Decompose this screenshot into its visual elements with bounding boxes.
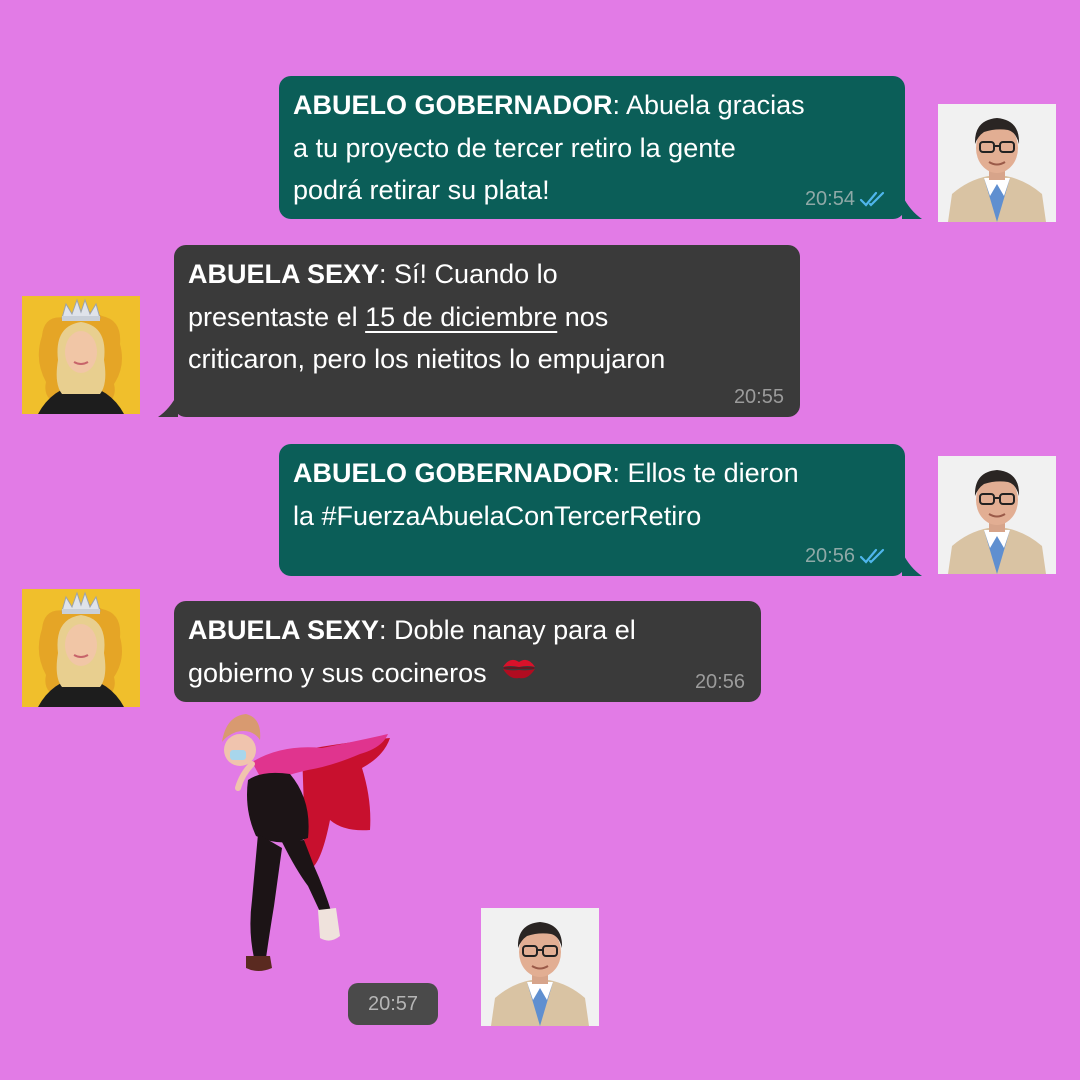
- sender-name: ABUELA SEXY: [188, 615, 380, 645]
- message-line: Abuela gracias: [626, 90, 805, 120]
- message-line: Ellos te dieron: [627, 458, 799, 488]
- message-text: ABUELO GOBERNADOR: Abuela gracias a tu p…: [293, 90, 805, 205]
- message-line: Sí! Cuando lo: [394, 259, 558, 289]
- message-text: ABUELO GOBERNADOR: Ellos te dieron la #F…: [293, 458, 799, 531]
- message-meta: 20:55: [734, 385, 784, 409]
- message-time: 20:56: [694, 671, 745, 693]
- message-line: criticaron, pero los nietitos lo empujar…: [188, 344, 666, 374]
- sticker-time: 20:57: [348, 983, 438, 1025]
- double-check-read-icon: [859, 547, 889, 565]
- avatar-abuela-sexy[interactable]: [22, 296, 140, 414]
- message-time: 20:54: [804, 188, 855, 210]
- message-bubble-incoming-1[interactable]: ABUELA SEXY: Sí! Cuando lo presentaste e…: [174, 245, 800, 417]
- avatar-abuelo-gobernador[interactable]: [481, 908, 599, 1026]
- message-line: a tu proyecto de tercer retiro la gente: [293, 132, 736, 163]
- avatar-abuelo-gobernador[interactable]: [938, 456, 1056, 574]
- avatar-abuelo-gobernador[interactable]: [938, 104, 1056, 222]
- sender-name: ABUELO GOBERNADOR: [293, 458, 613, 488]
- message-bubble-incoming-2[interactable]: ABUELA SEXY: Doble nanay para el gobiern…: [174, 601, 761, 702]
- bubble-tail: [902, 195, 924, 219]
- message-meta: 20:54: [805, 187, 889, 211]
- message-bubble-outgoing-1[interactable]: ABUELO GOBERNADOR: Abuela gracias a tu p…: [279, 76, 905, 219]
- message-line: podrá retirar su plata!: [293, 175, 550, 205]
- double-check-read-icon: [859, 190, 889, 208]
- sender-name: ABUELA SEXY: [188, 259, 380, 289]
- message-text: ABUELA SEXY: Sí! Cuando lo presentaste e…: [188, 259, 666, 374]
- message-meta: 20:56: [805, 544, 889, 568]
- message-time: 20:55: [733, 386, 784, 408]
- message-line: gobierno y sus cocineros: [188, 657, 487, 688]
- message-meta: 20:56: [695, 670, 745, 694]
- bubble-tail: [902, 552, 924, 576]
- kiss-mark-icon: [500, 653, 538, 696]
- message-line: nos: [564, 301, 609, 332]
- date-link[interactable]: 15 de diciembre: [365, 302, 557, 332]
- sender-name: ABUELO GOBERNADOR: [293, 90, 613, 120]
- message-bubble-outgoing-2[interactable]: ABUELO GOBERNADOR: Ellos te dieron la #F…: [279, 444, 905, 576]
- message-line: presentaste el: [188, 301, 358, 332]
- hashtag-link[interactable]: la #FuerzaAbuelaConTercerRetiro: [293, 501, 701, 531]
- flying-superhero-sticker[interactable]: [212, 710, 402, 980]
- message-line: Doble nanay para el: [394, 615, 636, 645]
- avatar-abuela-sexy[interactable]: [22, 589, 140, 707]
- message-text: ABUELA SEXY: Doble nanay para el gobiern…: [188, 609, 745, 696]
- message-time: 20:56: [804, 545, 855, 567]
